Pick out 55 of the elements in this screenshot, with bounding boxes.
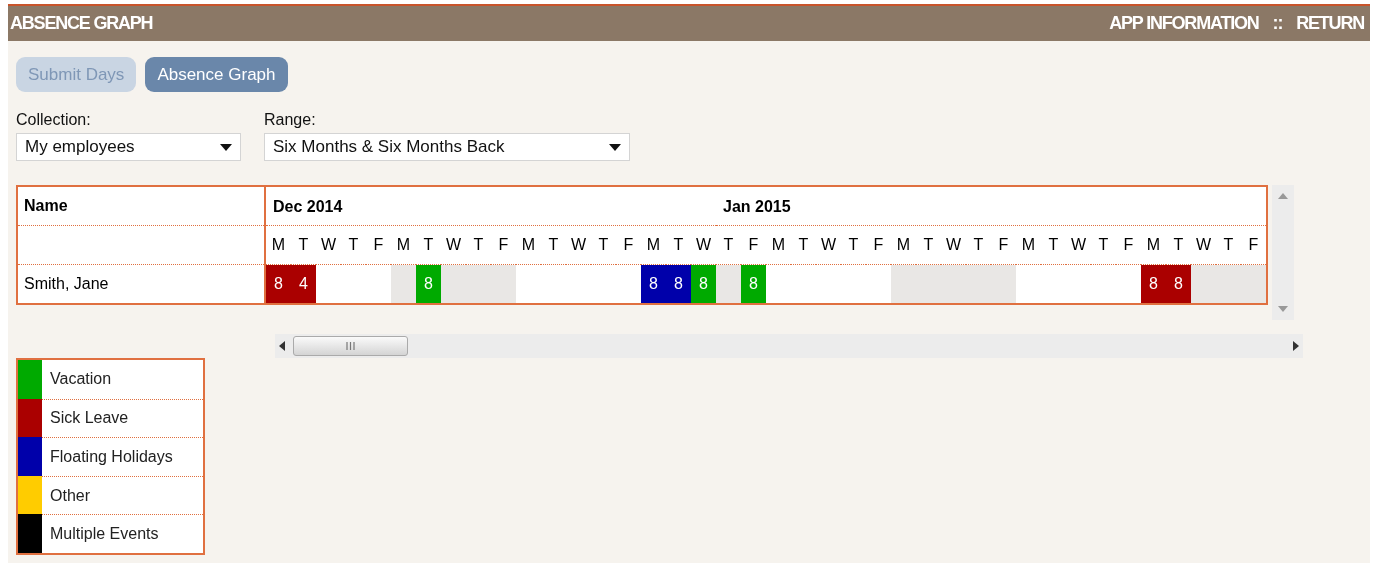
grip-icon <box>346 342 355 350</box>
page-title: ABSENCE GRAPH <box>10 13 153 34</box>
caret-icon <box>220 143 232 151</box>
legend-label: Vacation <box>50 370 112 389</box>
absence-cell: 8 <box>741 265 766 303</box>
absence-cell: 8 <box>1141 265 1166 303</box>
dropdown[interactable]: My employees <box>16 133 241 161</box>
weekday-label: M <box>766 226 791 265</box>
weekday-label: W <box>1066 226 1091 265</box>
weekday-label: M <box>516 226 541 265</box>
weekday-label: T <box>1091 226 1116 265</box>
weekday-label: W <box>566 226 591 265</box>
employee-name: Smith, Jane <box>23 275 109 293</box>
absence-cell: 8 <box>641 265 666 303</box>
header-link[interactable]: APP INFORMATION <box>1109 13 1259 34</box>
weekday-label: F <box>866 226 891 265</box>
weekday-label: T <box>591 226 616 265</box>
weekday-label: T <box>841 226 866 265</box>
weekday-label: T <box>541 226 566 265</box>
legend-label: Sick Leave <box>50 409 129 428</box>
weekday-label: F <box>366 226 391 265</box>
header-link[interactable]: RETURN <box>1296 13 1364 34</box>
separator: :: <box>1272 13 1283 34</box>
down-arrow-icon[interactable] <box>1278 306 1288 312</box>
weekday-label: F <box>1116 226 1141 265</box>
tab[interactable]: Absence Graph <box>145 57 288 92</box>
absence-cell: 4 <box>291 265 316 303</box>
absence-cell: 8 <box>691 265 716 303</box>
absence-cell: 8 <box>416 265 441 303</box>
caret-icon <box>609 143 621 151</box>
month-label: Jan 2015 <box>723 198 791 215</box>
weekday-label: M <box>1016 226 1041 265</box>
month-label: Dec 2014 <box>273 198 343 215</box>
weekday-label: W <box>816 226 841 265</box>
up-arrow-icon[interactable] <box>1278 193 1288 199</box>
weekday-label: T <box>1041 226 1066 265</box>
weekday-label: T <box>341 226 366 265</box>
vertical-scrollbar[interactable] <box>1272 185 1294 320</box>
weekday-label: F <box>616 226 641 265</box>
right-arrow-icon[interactable] <box>1293 341 1299 351</box>
dropdown[interactable]: Six Months & Six Months Back <box>264 133 630 161</box>
absence-cell: 8 <box>666 265 691 303</box>
legend-label: Other <box>50 486 90 505</box>
weekday-label: W <box>316 226 341 265</box>
absence-cell: 8 <box>1166 265 1191 303</box>
field-label: Collection: <box>16 111 92 129</box>
column-header: Name <box>23 197 68 215</box>
scroll-thumb[interactable] <box>293 336 408 356</box>
absence-cell: 8 <box>266 265 291 303</box>
left-arrow-icon[interactable] <box>279 341 285 351</box>
field-label: Range: <box>264 111 317 129</box>
horizontal-scrollbar[interactable] <box>275 334 1303 358</box>
legend-label: Floating Holidays <box>50 448 173 466</box>
legend-label: Multiple Events <box>50 525 159 544</box>
weekday-label: T <box>791 226 816 265</box>
